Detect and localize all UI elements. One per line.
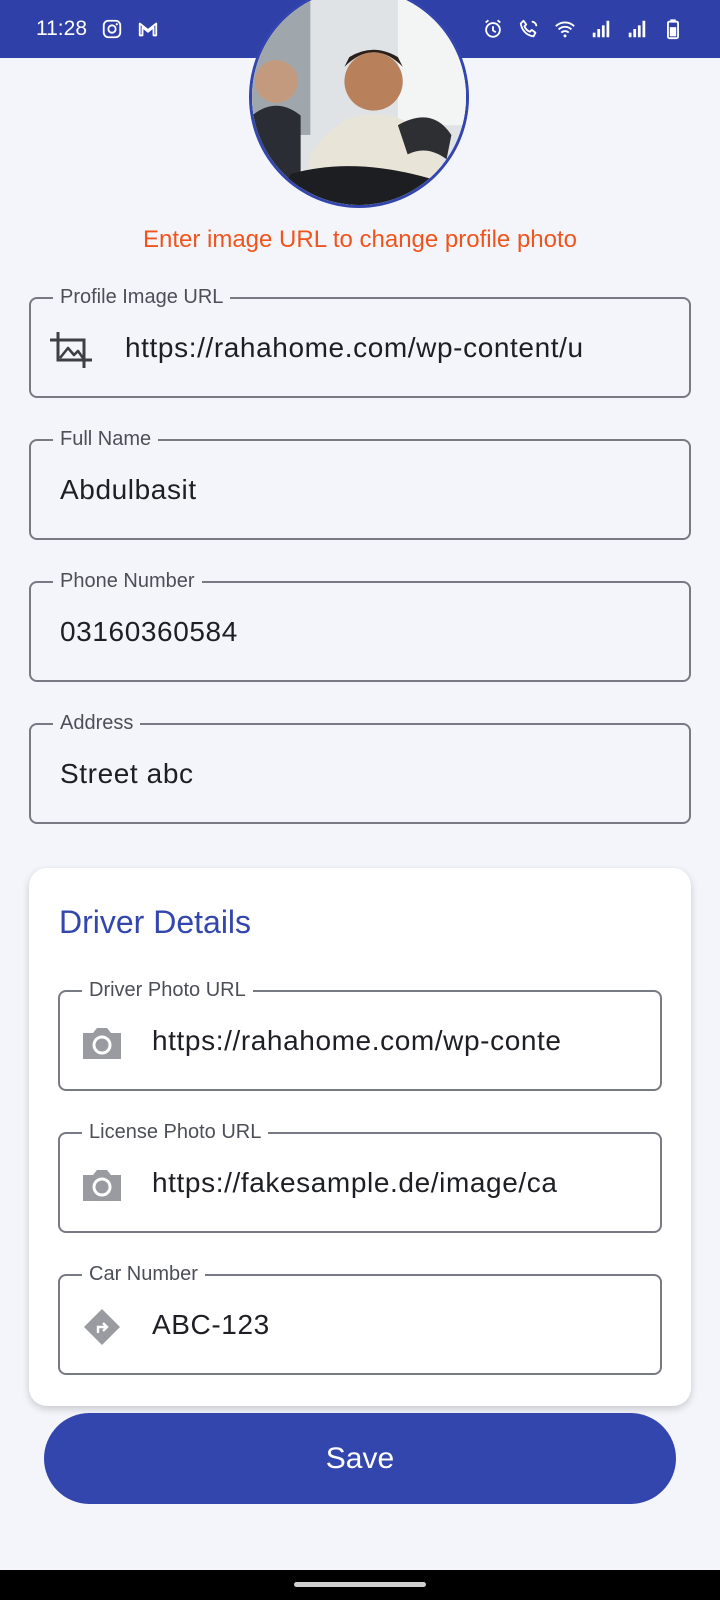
profile-image-url-label: Profile Image URL [53,284,231,310]
driver-photo-url-input[interactable]: https://rahahome.com/wp-conte [152,1025,642,1057]
profile-photo [252,0,466,205]
gmail-icon [137,18,159,40]
license-photo-url-label: License Photo URL [82,1119,269,1145]
home-gesture-handle[interactable] [294,1582,426,1587]
driver-photo-url-field[interactable]: Driver Photo URL https://rahahome.com/wp… [58,977,662,1091]
wifi-calling-icon [518,18,540,40]
address-label: Address [53,710,141,736]
status-left: 11:28 [36,17,159,41]
license-photo-url-field[interactable]: License Photo URL https://fakesample.de/… [58,1119,662,1233]
address-field[interactable]: Address Street abc [29,710,691,824]
full-name-input[interactable]: Abdulbasit [60,474,197,506]
driver-details-title: Driver Details [59,904,252,940]
license-photo-url-input[interactable]: https://fakesample.de/image/ca [152,1167,642,1199]
address-input[interactable]: Street abc [60,758,194,790]
camera-icon [77,1023,127,1063]
full-name-label: Full Name [53,426,159,452]
camera-icon [77,1165,127,1205]
profile-image-url-field[interactable]: Profile Image URL https://rahahome.com/w… [29,284,691,398]
car-number-label: Car Number [82,1261,205,1287]
driver-details-card: Driver Details Driver Photo URL https://… [29,868,691,1406]
status-time: 11:28 [36,17,87,40]
car-number-input[interactable]: ABC-123 [152,1309,270,1341]
phone-number-label: Phone Number [53,568,202,594]
wifi-icon [554,18,576,40]
directions-icon [77,1307,127,1347]
driver-photo-url-label: Driver Photo URL [82,977,253,1003]
image-crop-icon [48,330,98,370]
signal-icon [626,18,648,40]
signal-icon [590,18,612,40]
status-right [482,18,684,40]
car-number-field[interactable]: Car Number ABC-123 [58,1261,662,1375]
edit-profile-screen: 11:28 Enter image URL to change profile … [0,0,720,1600]
save-button[interactable]: Save [44,1413,676,1504]
phone-number-input[interactable]: 03160360584 [60,616,238,648]
full-name-field[interactable]: Full Name Abdulbasit [29,426,691,540]
instagram-icon [101,18,123,40]
navigation-bar [0,1570,720,1600]
alarm-icon [482,18,504,40]
phone-number-field[interactable]: Phone Number 03160360584 [29,568,691,682]
battery-icon [662,18,684,40]
change-photo-hint: Enter image URL to change profile photo [142,226,578,253]
profile-avatar[interactable] [249,0,469,208]
profile-image-url-input[interactable]: https://rahahome.com/wp-content/u [125,332,671,364]
